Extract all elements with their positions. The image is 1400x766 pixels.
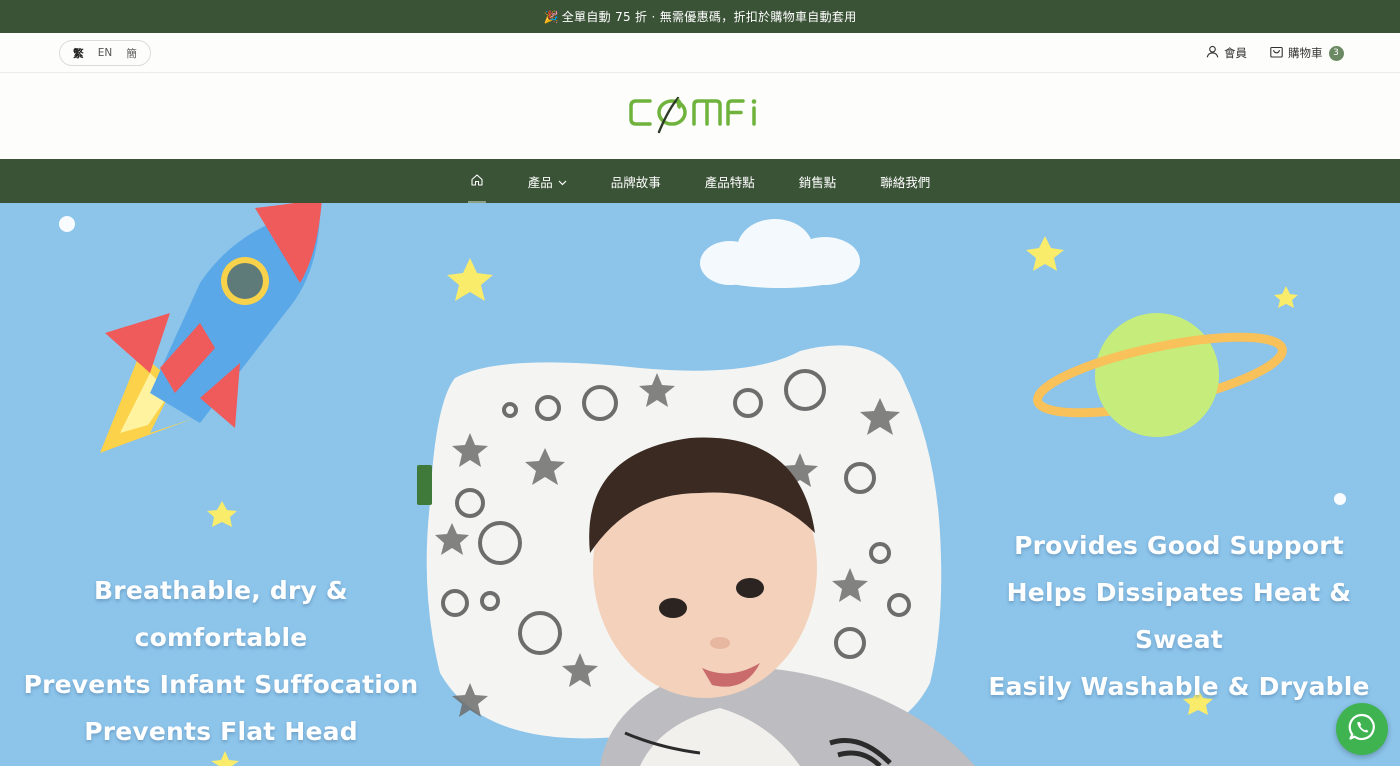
brand-logo[interactable] <box>628 92 774 140</box>
home-icon <box>470 173 484 190</box>
logo-area <box>0 74 1400 159</box>
hero-left-line: Prevents Infant Suffocation <box>23 670 419 699</box>
account-label: 會員 <box>1224 46 1247 60</box>
whatsapp-button[interactable] <box>1336 703 1388 755</box>
nav-products[interactable]: 產品 <box>528 159 567 203</box>
hero-right-line: Easily Washable & Dryable <box>988 672 1370 701</box>
account-link[interactable]: 會員 <box>1206 45 1247 61</box>
hero-left-line: Prevents Flat Head <box>84 717 358 746</box>
nav-home[interactable] <box>467 159 486 203</box>
hero-left-line: Breathable, dry & comfortable <box>94 576 348 652</box>
nav-product-features[interactable]: 產品特點 <box>705 159 755 203</box>
whatsapp-icon <box>1347 712 1377 746</box>
cart-label: 購物車 <box>1288 46 1323 60</box>
rocket-icon <box>100 203 322 453</box>
announcement-text: 全單自動 75 折 · 無需優惠碼，折扣於購物車自動套用 <box>561 10 857 24</box>
hero-right-line: Provides Good Support <box>1014 531 1344 560</box>
nav-products-label: 產品 <box>527 174 553 190</box>
main-nav: 產品 品牌故事 產品特點 銷售點 聯絡我們 <box>0 159 1400 203</box>
user-icon <box>1206 45 1219 61</box>
language-switcher: 繁 EN 簡 <box>59 40 151 66</box>
party-popper-icon: 🎉 <box>543 9 559 24</box>
nav-contact-us[interactable]: 聯絡我們 <box>880 159 930 203</box>
language-option-traditional[interactable]: 繁 <box>73 46 84 61</box>
top-utility-bar: 繁 EN 簡 會員 購物車 3 <box>0 33 1400 73</box>
cart-icon <box>1270 46 1283 61</box>
cloud-icon <box>700 219 860 288</box>
language-option-english[interactable]: EN <box>98 47 113 59</box>
hero-features-left: Breathable, dry & comfortable Prevents I… <box>18 567 424 755</box>
planet-icon <box>1033 313 1287 437</box>
announcement-bar: 🎉 全單自動 75 折 · 無需優惠碼，折扣於購物車自動套用 <box>0 0 1400 33</box>
cart-count-badge: 3 <box>1328 45 1344 61</box>
hero-right-line: Helps Dissipates Heat & Sweat <box>1006 578 1352 654</box>
nav-retailers[interactable]: 銷售點 <box>799 159 837 203</box>
language-option-simplified[interactable]: 簡 <box>126 46 137 61</box>
hero-features-right: Provides Good Support Helps Dissipates H… <box>968 522 1390 710</box>
chevron-down-icon <box>558 174 567 189</box>
nav-brand-story[interactable]: 品牌故事 <box>611 159 661 203</box>
cart-link[interactable]: 購物車 3 <box>1270 45 1344 61</box>
hero-banner[interactable]: Breathable, dry & comfortable Prevents I… <box>0 203 1400 766</box>
